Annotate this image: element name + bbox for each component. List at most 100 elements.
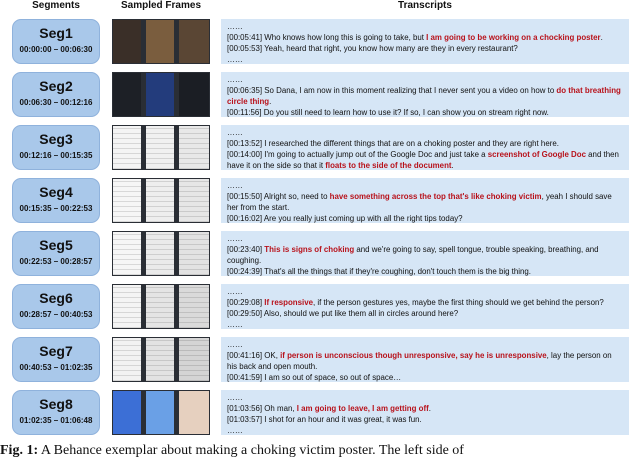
transcript-line: [01:03:57] I shot for an hour and it was… bbox=[227, 414, 623, 425]
highlighted-phrase: If responsive bbox=[264, 298, 313, 307]
transcript-line: [00:13:52] I researched the different th… bbox=[227, 138, 623, 149]
segment-badge: Seg6 00:28:57 – 00:40:53 bbox=[12, 284, 100, 329]
transcript-text: [00:24:39] That's all the things that if… bbox=[227, 267, 531, 276]
segment-range: 00:00:00 – 00:06:30 bbox=[19, 45, 93, 54]
highlighted-phrase: have something across the top that's lik… bbox=[329, 192, 542, 201]
frame-thumbnail bbox=[179, 73, 209, 116]
transcript-text: [00:05:53] Yeah, heard that right, you k… bbox=[227, 44, 518, 53]
segments-header: Segments bbox=[32, 0, 80, 11]
ellipsis-line: …… bbox=[227, 234, 243, 243]
frame-thumbnail bbox=[146, 20, 174, 63]
frame-thumbnail bbox=[146, 179, 174, 222]
transcript-line: [00:11:56] Do you still need to learn ho… bbox=[227, 107, 623, 117]
transcript-text: [01:03:57] I shot for an hour and it was… bbox=[227, 415, 422, 424]
sampled-frames bbox=[112, 284, 210, 329]
transcript-line: [00:24:39] That's all the things that if… bbox=[227, 266, 623, 276]
ellipsis-line: …… bbox=[227, 181, 243, 190]
transcript-line: [00:41:59] I am so out of space, so out … bbox=[227, 372, 623, 382]
highlighted-phrase: I am going to leave, I am getting off bbox=[296, 404, 429, 413]
segment-range: 01:02:35 – 01:06:48 bbox=[19, 416, 93, 425]
ellipsis-line: …… bbox=[227, 128, 243, 137]
transcript-box: …… [00:15:50] Alright so, need to have so… bbox=[221, 178, 629, 223]
ellipsis-line: …… bbox=[227, 22, 243, 31]
transcript-line: [00:15:50] Alright so, need to have some… bbox=[227, 191, 623, 213]
sampled-frames bbox=[112, 178, 210, 223]
ellipsis-line: …… bbox=[227, 55, 243, 64]
segment-badge: Seg7 00:40:53 – 01:02:35 bbox=[12, 337, 100, 382]
segment-badge: Seg8 01:02:35 – 01:06:48 bbox=[12, 390, 100, 435]
transcript-text: [00:41:16] OK, bbox=[227, 351, 281, 360]
transcript-text: [00:13:52] I researched the different th… bbox=[227, 139, 559, 148]
transcript-line: [00:16:02] Are you really just coming up… bbox=[227, 213, 623, 223]
sampled-frames bbox=[112, 337, 210, 382]
segment-range: 00:06:30 – 00:12:16 bbox=[19, 98, 93, 107]
transcript-box: …… [00:06:35] So Dana, I am now in this m… bbox=[221, 72, 629, 117]
segment-range: 00:40:53 – 01:02:35 bbox=[19, 363, 93, 372]
transcript-box: …… [00:41:16] OK, if person is unconsciou… bbox=[221, 337, 629, 382]
segment-range: 00:22:53 – 00:28:57 bbox=[19, 257, 93, 266]
transcripts-header: Transcripts bbox=[398, 0, 452, 11]
transcript-line: [00:29:50] Also, should we put like them… bbox=[227, 308, 623, 319]
sampled-frames bbox=[112, 19, 210, 64]
sampled-frames bbox=[112, 231, 210, 276]
ellipsis-line: …… bbox=[227, 426, 243, 435]
transcript-box: …… [00:23:40] This is signs of choking an… bbox=[221, 231, 629, 276]
transcript-box: …… [01:03:56] Oh man, I am going to leave… bbox=[221, 390, 629, 435]
segment-title: Seg4 bbox=[39, 184, 73, 200]
frame-thumbnail bbox=[113, 179, 141, 222]
transcript-text: [00:16:02] Are you really just coming up… bbox=[227, 214, 463, 223]
frame-thumbnail bbox=[113, 20, 141, 63]
frames-header: Sampled Frames bbox=[120, 0, 202, 11]
frame-thumbnail bbox=[113, 285, 141, 328]
highlighted-phrase: I am going to be working on a chocking p… bbox=[426, 33, 601, 42]
transcript-line: [00:06:35] So Dana, I am now in this mom… bbox=[227, 85, 623, 107]
sampled-frames bbox=[112, 125, 210, 170]
segment-range: 00:15:35 – 00:22:53 bbox=[19, 204, 93, 213]
transcript-line: [00:23:40] This is signs of choking and … bbox=[227, 244, 623, 266]
transcript-text: [00:05:41] Who knows how long this is go… bbox=[227, 33, 427, 42]
segment-range: 00:28:57 – 00:40:53 bbox=[19, 310, 93, 319]
frame-thumbnail bbox=[146, 126, 174, 169]
transcript-text: [00:23:40] bbox=[227, 245, 265, 254]
highlighted-phrase: floats to the side of the document bbox=[325, 161, 452, 170]
ellipsis-line: …… bbox=[227, 287, 243, 296]
frame-thumbnail bbox=[179, 232, 209, 275]
frame-thumbnail bbox=[146, 73, 174, 116]
transcript-line: [00:29:08] If responsive, if the person … bbox=[227, 297, 623, 308]
transcript-text: . bbox=[428, 404, 431, 413]
frame-thumbnail bbox=[146, 391, 174, 434]
transcript-text: [00:11:56] Do you still need to learn ho… bbox=[227, 108, 549, 117]
transcript-text: . bbox=[451, 161, 454, 170]
caption-text: A Behance exemplar about making a chokin… bbox=[38, 443, 464, 458]
frame-thumbnail bbox=[179, 179, 209, 222]
highlighted-phrase: if person is unconscious though unrespon… bbox=[280, 351, 547, 360]
transcript-text: [00:41:59] I am so out of space, so out … bbox=[227, 373, 402, 382]
segment-title: Seg3 bbox=[39, 131, 73, 147]
transcript-text: [00:15:50] Alright so, need to bbox=[227, 192, 330, 201]
frame-thumbnail bbox=[179, 338, 209, 381]
frame-thumbnail bbox=[179, 20, 209, 63]
frame-thumbnail bbox=[113, 73, 141, 116]
figure-caption: Fig. 1: A Behance exemplar about making … bbox=[0, 443, 640, 459]
segment-title: Seg5 bbox=[39, 237, 73, 253]
transcript-text: [00:06:35] So Dana, I am now in this mom… bbox=[227, 86, 557, 95]
segment-range: 00:12:16 – 00:15:35 bbox=[19, 151, 93, 160]
transcript-text: [00:29:50] Also, should we put like them… bbox=[227, 309, 459, 318]
segment-badge: Seg1 00:00:00 – 00:06:30 bbox=[12, 19, 100, 64]
highlighted-phrase: screenshot of Google Doc bbox=[487, 150, 586, 159]
ellipsis-line: …… bbox=[227, 340, 243, 349]
transcript-line: [00:05:53] Yeah, heard that right, you k… bbox=[227, 43, 623, 54]
segment-title: Seg2 bbox=[39, 78, 73, 94]
transcript-text: , if the person gestures yes, maybe the … bbox=[312, 298, 604, 307]
ellipsis-line: …… bbox=[227, 75, 243, 84]
caption-label: Fig. 1: bbox=[0, 443, 39, 458]
frame-thumbnail bbox=[179, 285, 209, 328]
transcript-text: . bbox=[600, 33, 603, 42]
frame-thumbnail bbox=[146, 285, 174, 328]
transcript-text: [00:29:08] bbox=[227, 298, 265, 307]
transcript-text: [01:03:56] Oh man, bbox=[227, 404, 297, 413]
transcript-text: . bbox=[269, 97, 272, 106]
transcript-box: …… [00:29:08] If responsive, if the perso… bbox=[221, 284, 629, 329]
segment-title: Seg8 bbox=[39, 396, 73, 412]
segment-title: Seg6 bbox=[39, 290, 73, 306]
